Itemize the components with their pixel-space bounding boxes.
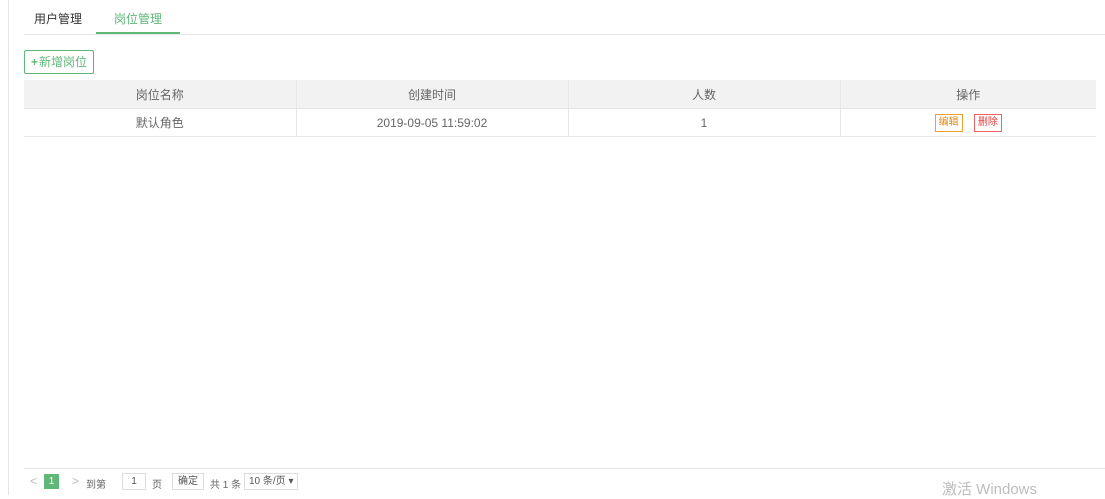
goto-page-input[interactable]: [122, 473, 146, 490]
cell-created-time: 2019-09-05 11:59:02: [296, 108, 569, 137]
tab-user-management[interactable]: 用户管理: [34, 10, 82, 27]
content-frame-border: [8, 0, 9, 495]
cell-position-name: 默认角色: [24, 108, 297, 137]
position-table: 岗位名称 创建时间 人数 操作 默认角色 2019-09-05 11:59:02…: [24, 80, 1096, 137]
add-position-button[interactable]: +新增岗位: [24, 50, 95, 74]
column-header-position-name: 岗位名称: [24, 80, 297, 109]
column-header-member-count: 人数: [568, 80, 841, 109]
column-header-created-time: 创建时间: [296, 80, 569, 109]
current-page-button[interactable]: 1: [44, 474, 59, 489]
prev-page-icon[interactable]: <: [30, 474, 37, 488]
goto-label: 到第: [86, 480, 106, 491]
table-row: 默认角色 2019-09-05 11:59:02 1 编辑 删除: [24, 108, 1096, 137]
add-position-label: 新增岗位: [39, 55, 88, 69]
cell-member-count: 1: [568, 108, 841, 137]
tab-position-management[interactable]: 岗位管理: [96, 10, 181, 34]
edit-button[interactable]: 编辑: [934, 113, 963, 132]
page-size-select[interactable]: 10 条/页 ▾: [244, 473, 299, 490]
page-unit-label: 页: [152, 480, 162, 491]
column-header-actions: 操作: [840, 80, 1096, 109]
plus-icon: +: [31, 55, 39, 69]
delete-button[interactable]: 删除: [973, 113, 1002, 132]
total-count: 共 1 条: [210, 480, 242, 491]
tab-position-management-label: 岗位管理: [114, 12, 163, 26]
windows-activation-watermark: 激活 Windows: [942, 481, 1038, 498]
next-page-icon[interactable]: >: [72, 474, 79, 488]
goto-confirm-button[interactable]: 确定: [172, 473, 204, 490]
cell-actions: 编辑 删除: [840, 108, 1096, 137]
table-header-row: 岗位名称 创建时间 人数 操作: [24, 80, 1096, 109]
tab-bar: 用户管理 岗位管理: [24, 0, 1105, 35]
active-tab-indicator: [96, 32, 181, 34]
